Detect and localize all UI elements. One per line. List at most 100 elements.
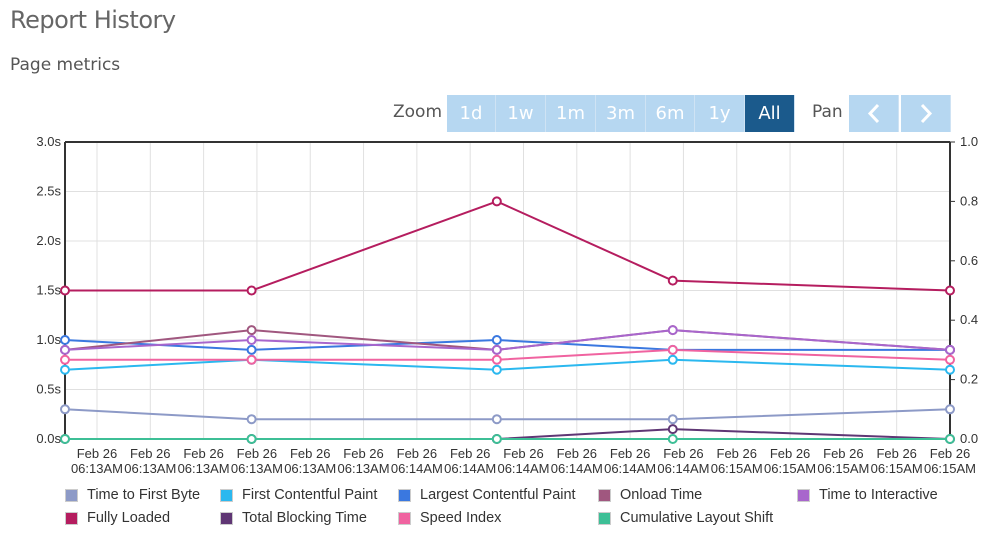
y-right-tick-label: 1.0 xyxy=(960,134,978,149)
legend-item-time-to-interactive[interactable]: Time to Interactive xyxy=(797,487,938,503)
data-point-largest-contentful-paint xyxy=(491,335,502,345)
y-left-tick-label: 2.5s xyxy=(36,184,61,199)
legend-item-fully-loaded[interactable]: Fully Loaded xyxy=(65,510,170,526)
data-point-cumulative-layout-shift xyxy=(667,434,678,444)
data-point-speed-index xyxy=(945,354,955,365)
data-point-time-to-interactive xyxy=(60,344,70,355)
data-point-total-blocking-time xyxy=(667,424,678,435)
series-line-total-blocking-time xyxy=(65,428,951,440)
y-right-tick-label: 0.6 xyxy=(960,253,978,268)
data-point-cumulative-layout-shift xyxy=(491,434,502,444)
data-point-onload-time xyxy=(246,325,257,336)
x-tick-date: Feb 26 xyxy=(343,446,383,461)
legend-label: Largest Contentful Paint xyxy=(420,487,576,503)
data-point-speed-index xyxy=(667,344,678,355)
data-point-fully-loaded xyxy=(246,285,257,296)
y-right-tick-label: 0.2 xyxy=(960,372,978,387)
legend-swatch xyxy=(598,488,611,502)
x-tick-date: Feb 26 xyxy=(450,446,490,461)
series-line-speed-index xyxy=(65,348,951,361)
line-chart: Feb 2606:13AMFeb 2606:13AMFeb 2606:13AMF… xyxy=(36,134,978,476)
x-tick-time: 06:13AM xyxy=(338,461,390,476)
data-point-time-to-interactive xyxy=(246,335,257,345)
legend-swatch xyxy=(398,511,411,525)
data-point-cumulative-layout-shift xyxy=(945,434,955,444)
data-point-first-contentful-paint xyxy=(667,354,678,365)
data-point-time-to-interactive xyxy=(945,344,955,355)
y-left-tick-label: 2.0s xyxy=(36,233,61,248)
x-tick-date: Feb 26 xyxy=(930,446,970,461)
y-left-tick-label: 0.5s xyxy=(36,382,61,397)
data-point-cumulative-layout-shift xyxy=(60,434,70,444)
legend-swatch xyxy=(598,511,611,525)
legend-label: Cumulative Layout Shift xyxy=(620,510,774,526)
legend-item-first-contentful-paint[interactable]: First Contentful Paint xyxy=(220,487,377,503)
legend-swatch xyxy=(65,488,78,502)
data-point-speed-index xyxy=(60,354,70,365)
legend-item-speed-index[interactable]: Speed Index xyxy=(398,510,501,526)
legend-item-cumulative-layout-shift[interactable]: Cumulative Layout Shift xyxy=(598,510,773,526)
series-lines xyxy=(60,196,955,444)
x-tick-date: Feb 26 xyxy=(717,446,757,461)
y-left-tick-label: 1.5s xyxy=(36,283,61,298)
x-tick-date: Feb 26 xyxy=(183,446,223,461)
data-point-largest-contentful-paint xyxy=(246,344,257,355)
x-tick-date: Feb 26 xyxy=(663,446,703,461)
data-point-fully-loaded xyxy=(60,285,70,296)
x-tick-time: 06:13AM xyxy=(71,461,123,476)
x-tick-time: 06:15AM xyxy=(924,461,976,476)
x-tick-date: Feb 26 xyxy=(503,446,543,461)
data-point-speed-index xyxy=(491,354,502,365)
x-tick-date: Feb 26 xyxy=(77,446,117,461)
data-point-first-contentful-paint xyxy=(945,364,955,375)
legend-item-total-blocking-time[interactable]: Total Blocking Time xyxy=(220,510,367,526)
x-tick-time: 06:15AM xyxy=(817,461,869,476)
x-tick-time: 06:15AM xyxy=(764,461,816,476)
data-point-time-to-interactive xyxy=(667,325,678,336)
legend-swatch xyxy=(797,488,810,502)
x-tick-date: Feb 26 xyxy=(770,446,810,461)
y-left-tick-label: 1.0s xyxy=(36,332,61,347)
legend-item-time-to-first-byte[interactable]: Time to First Byte xyxy=(65,487,200,503)
legend-swatch xyxy=(398,488,411,502)
x-tick-date: Feb 26 xyxy=(557,446,597,461)
data-point-time-to-interactive xyxy=(491,344,502,355)
legend-label: Total Blocking Time xyxy=(242,510,367,526)
legend-label: Time to Interactive xyxy=(819,487,938,503)
y-right-tick-label: 0.8 xyxy=(960,193,978,208)
x-tick-date: Feb 26 xyxy=(130,446,170,461)
legend-swatch xyxy=(220,511,233,525)
y-left-tick-label: 0.0s xyxy=(36,431,61,446)
legend-item-largest-contentful-paint[interactable]: Largest Contentful Paint xyxy=(398,487,576,503)
x-tick-time: 06:14AM xyxy=(444,461,496,476)
data-point-time-to-first-byte xyxy=(246,414,257,425)
legend-swatch xyxy=(220,488,233,502)
x-tick-date: Feb 26 xyxy=(237,446,277,461)
data-point-time-to-first-byte xyxy=(667,414,678,425)
series-line-first-contentful-paint xyxy=(64,358,951,371)
x-tick-time: 06:14AM xyxy=(604,461,656,476)
legend-label: Fully Loaded xyxy=(87,510,171,526)
x-tick-time: 06:14AM xyxy=(497,461,549,476)
series-line-time-to-first-byte xyxy=(64,408,951,421)
x-tick-time: 06:13AM xyxy=(284,461,336,476)
data-point-first-contentful-paint xyxy=(491,364,502,375)
x-tick-time: 06:13AM xyxy=(124,461,176,476)
x-tick-date: Feb 26 xyxy=(397,446,437,461)
data-point-time-to-first-byte xyxy=(945,404,955,415)
x-tick-date: Feb 26 xyxy=(876,446,916,461)
x-tick-date: Feb 26 xyxy=(823,446,863,461)
axes: Feb 2606:13AMFeb 2606:13AMFeb 2606:13AMF… xyxy=(36,134,978,476)
x-tick-time: 06:15AM xyxy=(871,461,923,476)
x-tick-time: 06:14AM xyxy=(657,461,709,476)
data-point-time-to-first-byte xyxy=(491,414,502,425)
x-tick-time: 06:13AM xyxy=(178,461,230,476)
x-tick-date: Feb 26 xyxy=(290,446,330,461)
series-line-fully-loaded xyxy=(65,200,951,292)
legend-item-onload-time[interactable]: Onload Time xyxy=(598,487,702,503)
x-tick-time: 06:15AM xyxy=(711,461,763,476)
x-tick-time: 06:14AM xyxy=(391,461,443,476)
data-point-cumulative-layout-shift xyxy=(246,434,257,444)
data-point-speed-index xyxy=(246,354,257,365)
x-tick-time: 06:14AM xyxy=(551,461,603,476)
